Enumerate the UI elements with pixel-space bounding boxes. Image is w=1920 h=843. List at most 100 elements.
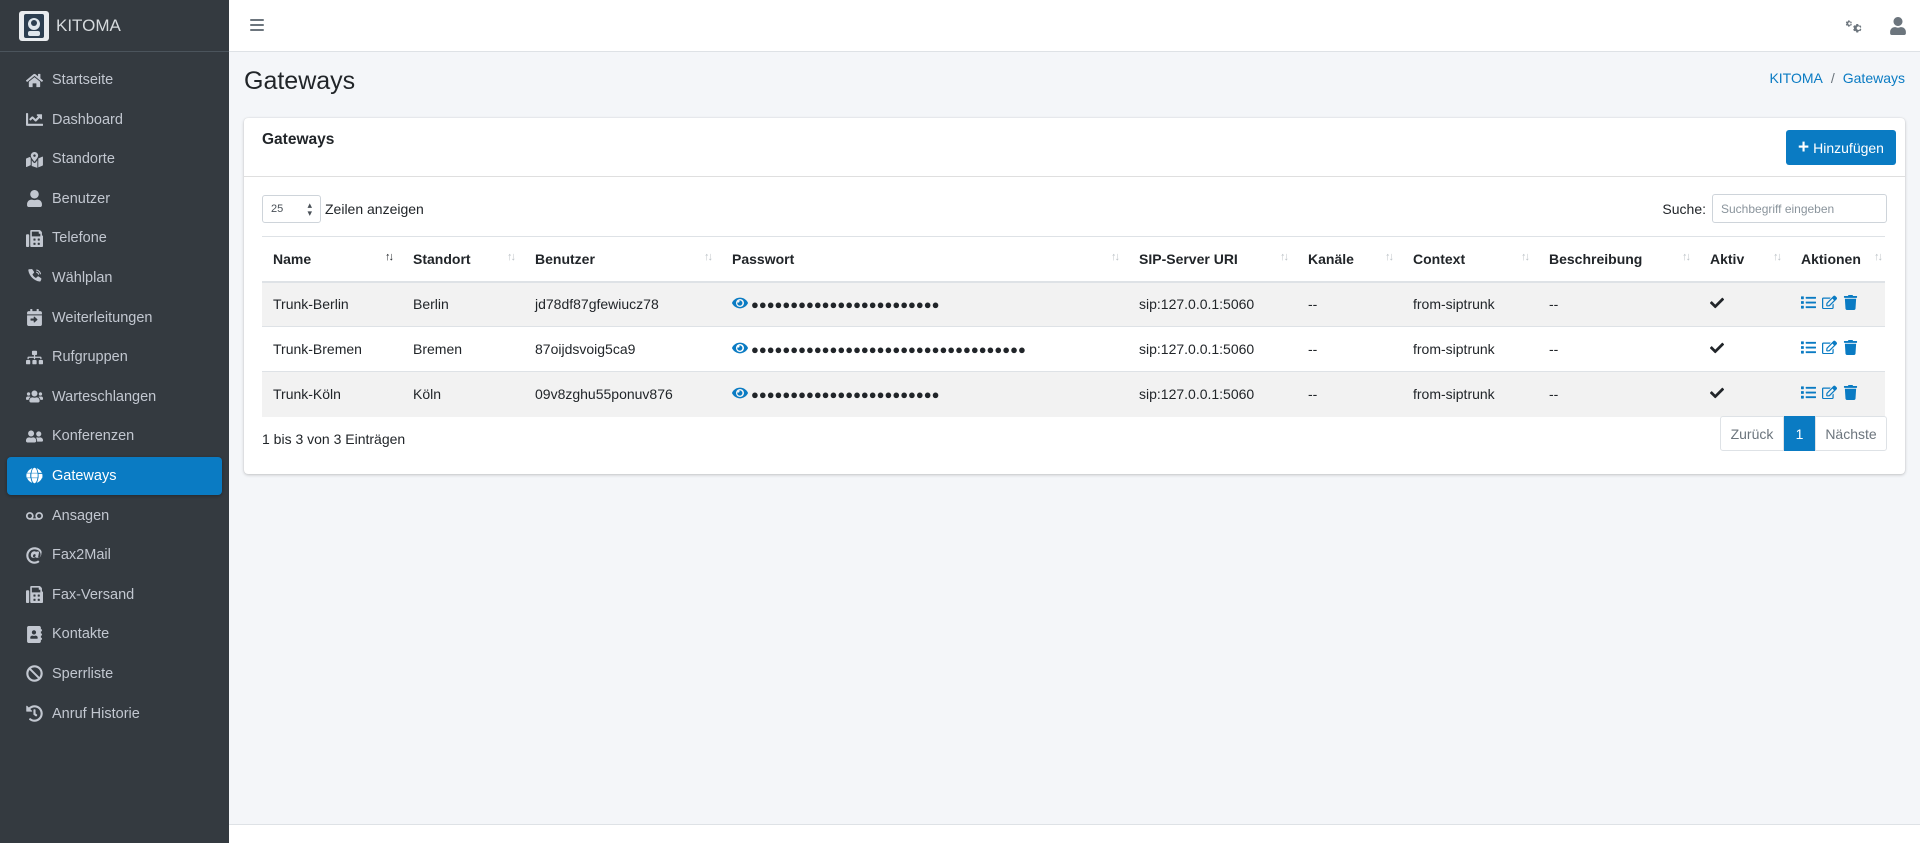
list-details-icon[interactable]: [1801, 340, 1816, 358]
add-gateway-button[interactable]: + Hinzufügen: [1786, 130, 1896, 165]
column-header-name[interactable]: Name ↑↓: [262, 236, 402, 283]
sidebar-item-startseite[interactable]: Startseite: [7, 61, 222, 99]
sort-icon: ↑↓: [1874, 251, 1883, 263]
eye-icon[interactable]: [732, 385, 748, 404]
table-search: Suche:: [1662, 194, 1887, 223]
sidebar-item-fax-versand[interactable]: Fax-Versand: [7, 576, 222, 614]
breadcrumb-home-link[interactable]: KITOMA: [1769, 70, 1822, 86]
cell-passwort: ●●●●●●●●●●●●●●●●●●●●●●●●: [721, 371, 1128, 417]
sidebar-item-weiterleitungen[interactable]: Weiterleitungen: [7, 299, 222, 337]
user-icon: [24, 190, 44, 208]
pagination-prev[interactable]: Zurück: [1720, 416, 1784, 451]
column-header-kanaele[interactable]: Kanäle ↑↓: [1297, 236, 1402, 283]
cell-aktiv: [1699, 281, 1790, 327]
cogs-icon[interactable]: [1832, 0, 1876, 52]
sidebar-item-label: Telefone: [52, 230, 107, 247]
sidebar-item-rufgruppen[interactable]: Rufgruppen: [7, 338, 222, 376]
breadcrumb: KITOMA / Gateways: [1769, 70, 1905, 86]
sidebar-item-kontakte[interactable]: Kontakte: [7, 615, 222, 653]
history-icon: [24, 705, 44, 723]
cell-benutzer: 09v8zghu55ponuv876: [524, 371, 721, 417]
column-header-sip-server-uri[interactable]: SIP-Server URI ↑↓: [1128, 236, 1297, 283]
column-header-beschreibung[interactable]: Beschreibung ↑↓: [1538, 236, 1699, 283]
add-button-label: Hinzufügen: [1813, 139, 1884, 156]
user-friends-icon: [24, 427, 44, 445]
edit-icon[interactable]: [1822, 340, 1838, 358]
page-title: Gateways: [244, 67, 356, 95]
password-masked: ●●●●●●●●●●●●●●●●●●●●●●●●: [751, 296, 940, 312]
voicemail-icon: [24, 507, 44, 525]
search-label: Suche:: [1662, 200, 1706, 217]
trash-icon[interactable]: [1843, 295, 1858, 313]
sidebar-item-label: Startseite: [52, 72, 114, 88]
sidebar-item-standorte[interactable]: Standorte: [7, 140, 222, 178]
sort-icon: ↑↓: [507, 251, 516, 263]
eye-icon[interactable]: [732, 295, 748, 314]
column-header-aktionen[interactable]: Aktionen ↑↓: [1790, 236, 1885, 283]
trash-icon[interactable]: [1843, 385, 1858, 403]
cell-beschreibung: --: [1538, 281, 1699, 327]
brand-link[interactable]: KITOMA: [0, 0, 229, 52]
cell-kanaele: --: [1297, 281, 1402, 327]
sidebar-item-benutzer[interactable]: Benutzer: [7, 180, 222, 218]
cell-aktionen: [1790, 281, 1885, 327]
page-length-label: Zeilen anzeigen: [325, 201, 424, 217]
users-icon: [24, 388, 44, 406]
sidebar-item-sperrliste[interactable]: Sperrliste: [7, 655, 222, 693]
check-icon: [1709, 297, 1725, 313]
pagination-page[interactable]: 1: [1784, 416, 1815, 451]
eye-icon[interactable]: [732, 340, 748, 359]
sidebar-item-konferenzen[interactable]: Konferenzen: [7, 417, 222, 455]
trash-icon[interactable]: [1843, 340, 1858, 358]
list-details-icon[interactable]: [1801, 385, 1816, 403]
cell-standort: Berlin: [402, 281, 524, 327]
column-header-benutzer[interactable]: Benutzer ↑↓: [524, 236, 721, 283]
home-icon: [24, 71, 44, 89]
list-details-icon[interactable]: [1801, 295, 1816, 313]
content-header: Gateways KITOMA / Gateways: [229, 52, 1920, 112]
cell-beschreibung: --: [1538, 371, 1699, 417]
password-masked: ●●●●●●●●●●●●●●●●●●●●●●●●: [751, 386, 940, 402]
sidebar-item-ansagen[interactable]: Ansagen: [7, 497, 222, 535]
sidebar-item-label: Dashboard: [52, 111, 123, 128]
user-icon[interactable]: [1876, 0, 1920, 52]
brand-name: KITOMA: [56, 15, 121, 35]
pagination-next[interactable]: Nächste: [1815, 416, 1887, 451]
sidebar-item-waehlplan[interactable]: Wählplan: [7, 259, 222, 297]
edit-icon[interactable]: [1822, 295, 1838, 313]
column-header-standort[interactable]: Standort ↑↓: [402, 236, 524, 283]
page-length-select[interactable]: 25 ▴ ▾: [262, 195, 321, 223]
sort-icon: ↑↓: [1682, 251, 1691, 263]
column-header-passwort[interactable]: Passwort ↑↓: [721, 236, 1128, 283]
search-input[interactable]: [1712, 194, 1887, 223]
cell-sip-server-uri: sip:127.0.0.1:5060: [1128, 326, 1297, 372]
sidebar-item-gateways[interactable]: Gateways: [7, 456, 222, 495]
top-navbar: [229, 0, 1920, 52]
card-header: Gateways + Hinzufügen: [244, 118, 1905, 177]
page-length: 25 ▴ ▾ Zeilen anzeigen: [262, 195, 1887, 223]
edit-icon[interactable]: [1822, 385, 1838, 403]
sidebar-item-warteschlangen[interactable]: Warteschlangen: [7, 378, 222, 416]
table-row: Trunk-Berlin Berlin jd78df87gfewiucz78 ●…: [262, 281, 1885, 327]
sidebar-item-label: Wählplan: [52, 269, 113, 286]
column-header-aktiv[interactable]: Aktiv ↑↓: [1699, 236, 1790, 283]
sort-icon: ↑↓: [1280, 251, 1289, 263]
sidebar-item-fax2mail[interactable]: Fax2Mail: [7, 536, 222, 574]
sidebar-item-label: Fax2Mail: [52, 547, 111, 564]
sidebar-item-label: Weiterleitungen: [52, 309, 153, 326]
breadcrumb-current[interactable]: Gateways: [1843, 70, 1905, 86]
sidebar-item-label: Ansagen: [52, 507, 110, 524]
sidebar-item-telefone[interactable]: Telefone: [7, 219, 222, 257]
sidebar-item-dashboard[interactable]: Dashboard: [7, 101, 222, 139]
menu-toggle-icon[interactable]: [250, 16, 264, 34]
sidebar-item-anruf-historie[interactable]: Anruf Historie: [7, 695, 222, 733]
sidebar-nav: Startseite Dashboard Standorte Benutzer …: [0, 52, 229, 733]
address-book-icon: [24, 625, 44, 643]
cell-standort: Köln: [402, 371, 524, 417]
cell-sip-server-uri: sip:127.0.0.1:5060: [1128, 371, 1297, 417]
cell-name: Trunk-Köln: [262, 371, 402, 417]
sidebar-item-label: Anruf Historie: [52, 705, 140, 722]
sidebar-item-label: Standorte: [52, 151, 115, 168]
column-header-context[interactable]: Context ↑↓: [1402, 236, 1538, 283]
sort-icon: ↑↓: [1111, 251, 1120, 263]
